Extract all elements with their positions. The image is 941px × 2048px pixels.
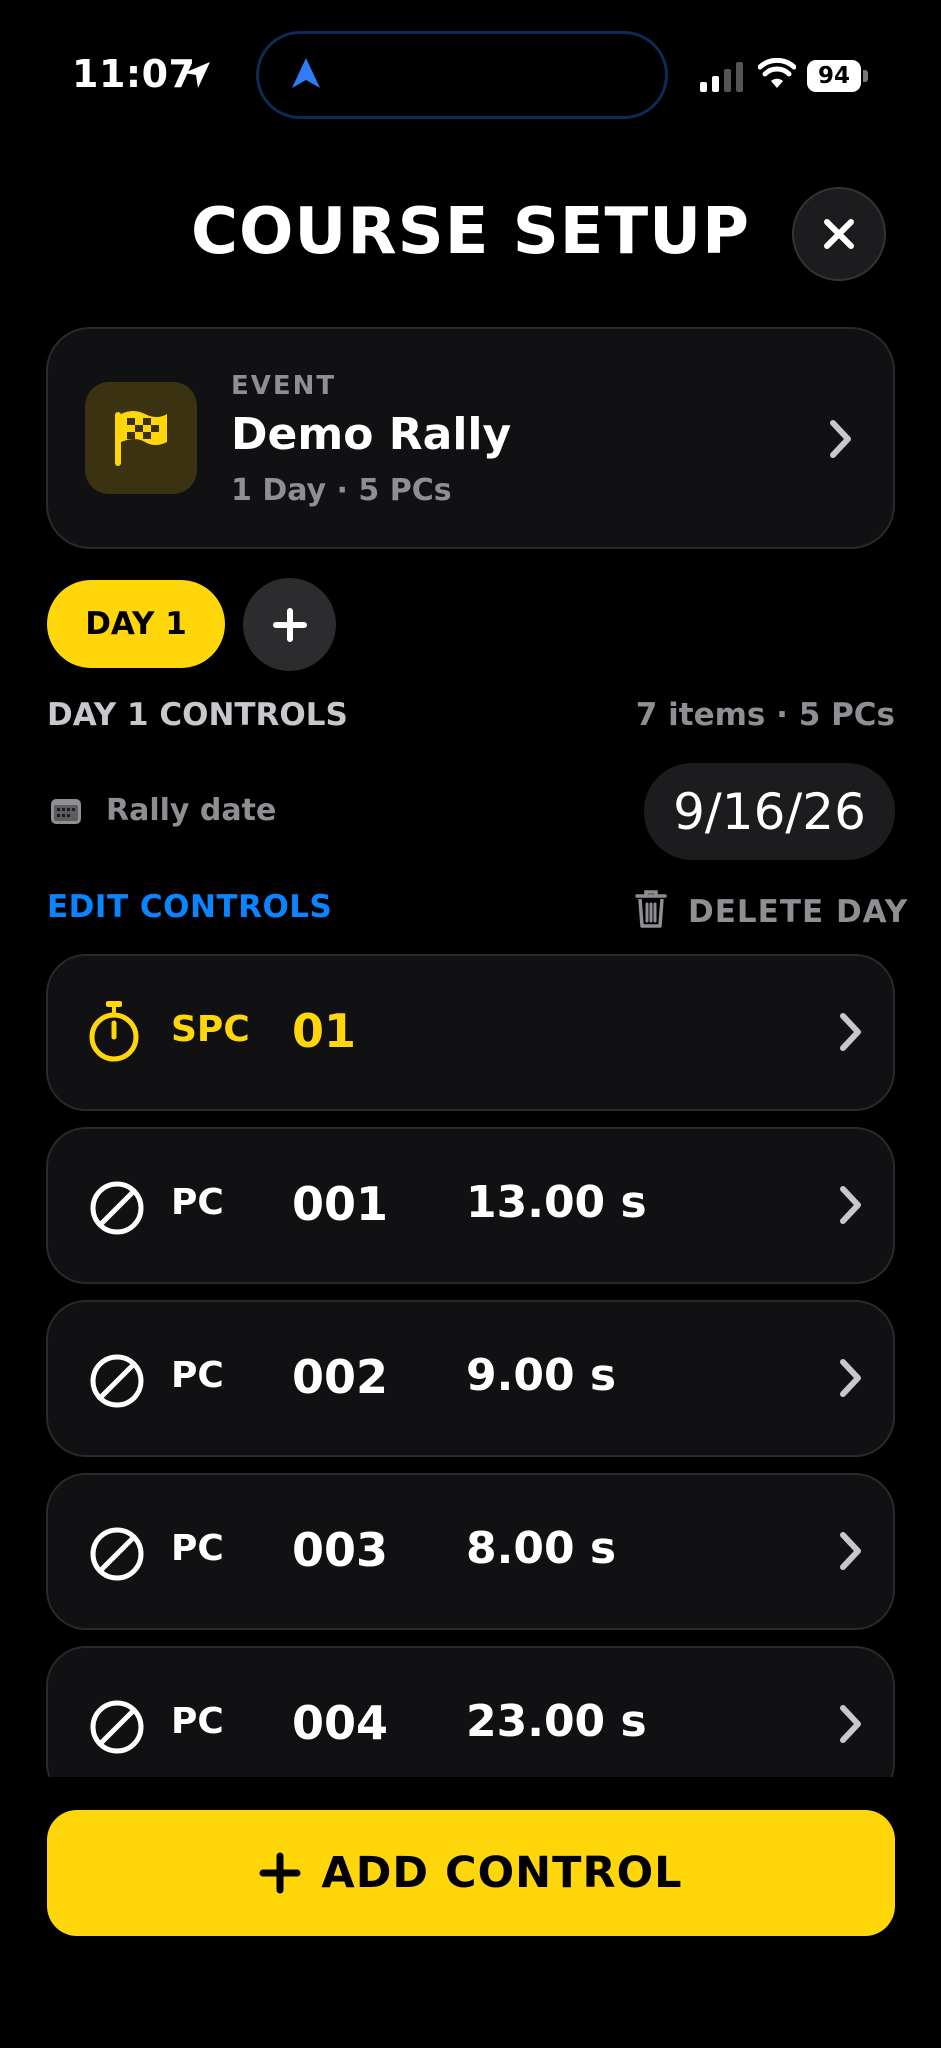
wifi-icon bbox=[758, 58, 796, 88]
no-entry-icon bbox=[90, 1354, 144, 1408]
control-type: PC bbox=[171, 1528, 224, 1569]
location-arrow-icon bbox=[184, 62, 210, 88]
chevron-right-icon bbox=[840, 1359, 861, 1397]
control-type: PC bbox=[171, 1701, 224, 1742]
control-number: 002 bbox=[292, 1350, 389, 1404]
rally-date-label: Rally date bbox=[106, 793, 277, 828]
event-card[interactable]: EVENT Demo Rally 1 Day · 5 PCs bbox=[46, 327, 895, 549]
navigation-arrow-icon bbox=[292, 58, 320, 88]
control-time: 9.00 s bbox=[466, 1350, 617, 1401]
add-control-label: ADD CONTROL bbox=[321, 1848, 683, 1898]
section-title: DAY 1 CONTROLS bbox=[47, 697, 348, 733]
control-type: SPC bbox=[171, 1009, 250, 1050]
section-count: 7 items · 5 PCs bbox=[635, 697, 895, 733]
add-control-button[interactable]: ADD CONTROL bbox=[47, 1810, 895, 1936]
control-row-pc-004[interactable]: PC 004 23.00 s bbox=[46, 1646, 895, 1777]
no-entry-icon bbox=[90, 1700, 144, 1754]
chevron-right-icon bbox=[840, 1186, 861, 1224]
control-row-pc-002[interactable]: PC 002 9.00 s bbox=[46, 1300, 895, 1457]
plus-icon bbox=[259, 1852, 301, 1894]
rally-date-picker[interactable]: 9/16/26 bbox=[644, 763, 895, 860]
chevron-right-icon bbox=[840, 1013, 861, 1051]
checkered-flag-icon bbox=[115, 411, 167, 466]
delete-day-button[interactable]: DELETE DAY bbox=[688, 894, 908, 930]
control-number: 01 bbox=[292, 1004, 357, 1058]
control-time: 23.00 s bbox=[466, 1696, 647, 1747]
control-row-pc-003[interactable]: PC 003 8.00 s bbox=[46, 1473, 895, 1630]
controls-list[interactable]: SPC 01 PC 001 13.00 s PC 002 9.00 s PC 0… bbox=[46, 952, 895, 1777]
control-time: 13.00 s bbox=[466, 1177, 647, 1228]
edit-controls-link[interactable]: EDIT CONTROLS bbox=[47, 889, 332, 925]
tab-day-1[interactable]: DAY 1 bbox=[47, 580, 225, 668]
control-number: 003 bbox=[292, 1523, 389, 1577]
stopwatch-icon bbox=[89, 1001, 139, 1062]
event-subtitle: 1 Day · 5 PCs bbox=[231, 473, 452, 508]
calendar-icon bbox=[51, 799, 81, 824]
event-label: EVENT bbox=[231, 371, 337, 401]
status-time: 11:07 bbox=[72, 52, 196, 96]
control-number: 004 bbox=[292, 1696, 389, 1750]
control-row-pc-001[interactable]: PC 001 13.00 s bbox=[46, 1127, 895, 1284]
event-icon-tile bbox=[85, 382, 197, 494]
add-day-button[interactable] bbox=[243, 578, 336, 671]
chevron-right-icon bbox=[840, 1532, 861, 1570]
event-name: Demo Rally bbox=[231, 409, 512, 460]
close-icon bbox=[824, 219, 854, 249]
chevron-right-icon bbox=[840, 1705, 861, 1743]
plus-icon bbox=[272, 607, 307, 642]
control-number: 001 bbox=[292, 1177, 389, 1231]
control-row-spc-01[interactable]: SPC 01 bbox=[46, 954, 895, 1111]
dynamic-island bbox=[256, 31, 668, 119]
no-entry-icon bbox=[90, 1181, 144, 1235]
battery-indicator: 94 bbox=[807, 60, 861, 92]
close-button[interactable] bbox=[792, 187, 886, 281]
cellular-signal-icon bbox=[700, 62, 743, 92]
control-type: PC bbox=[171, 1182, 224, 1223]
no-entry-icon bbox=[90, 1527, 144, 1581]
trash-icon[interactable] bbox=[634, 889, 668, 929]
control-type: PC bbox=[171, 1355, 224, 1396]
battery-tip bbox=[863, 70, 868, 82]
chevron-right-icon bbox=[830, 420, 851, 458]
control-time: 8.00 s bbox=[466, 1523, 617, 1574]
